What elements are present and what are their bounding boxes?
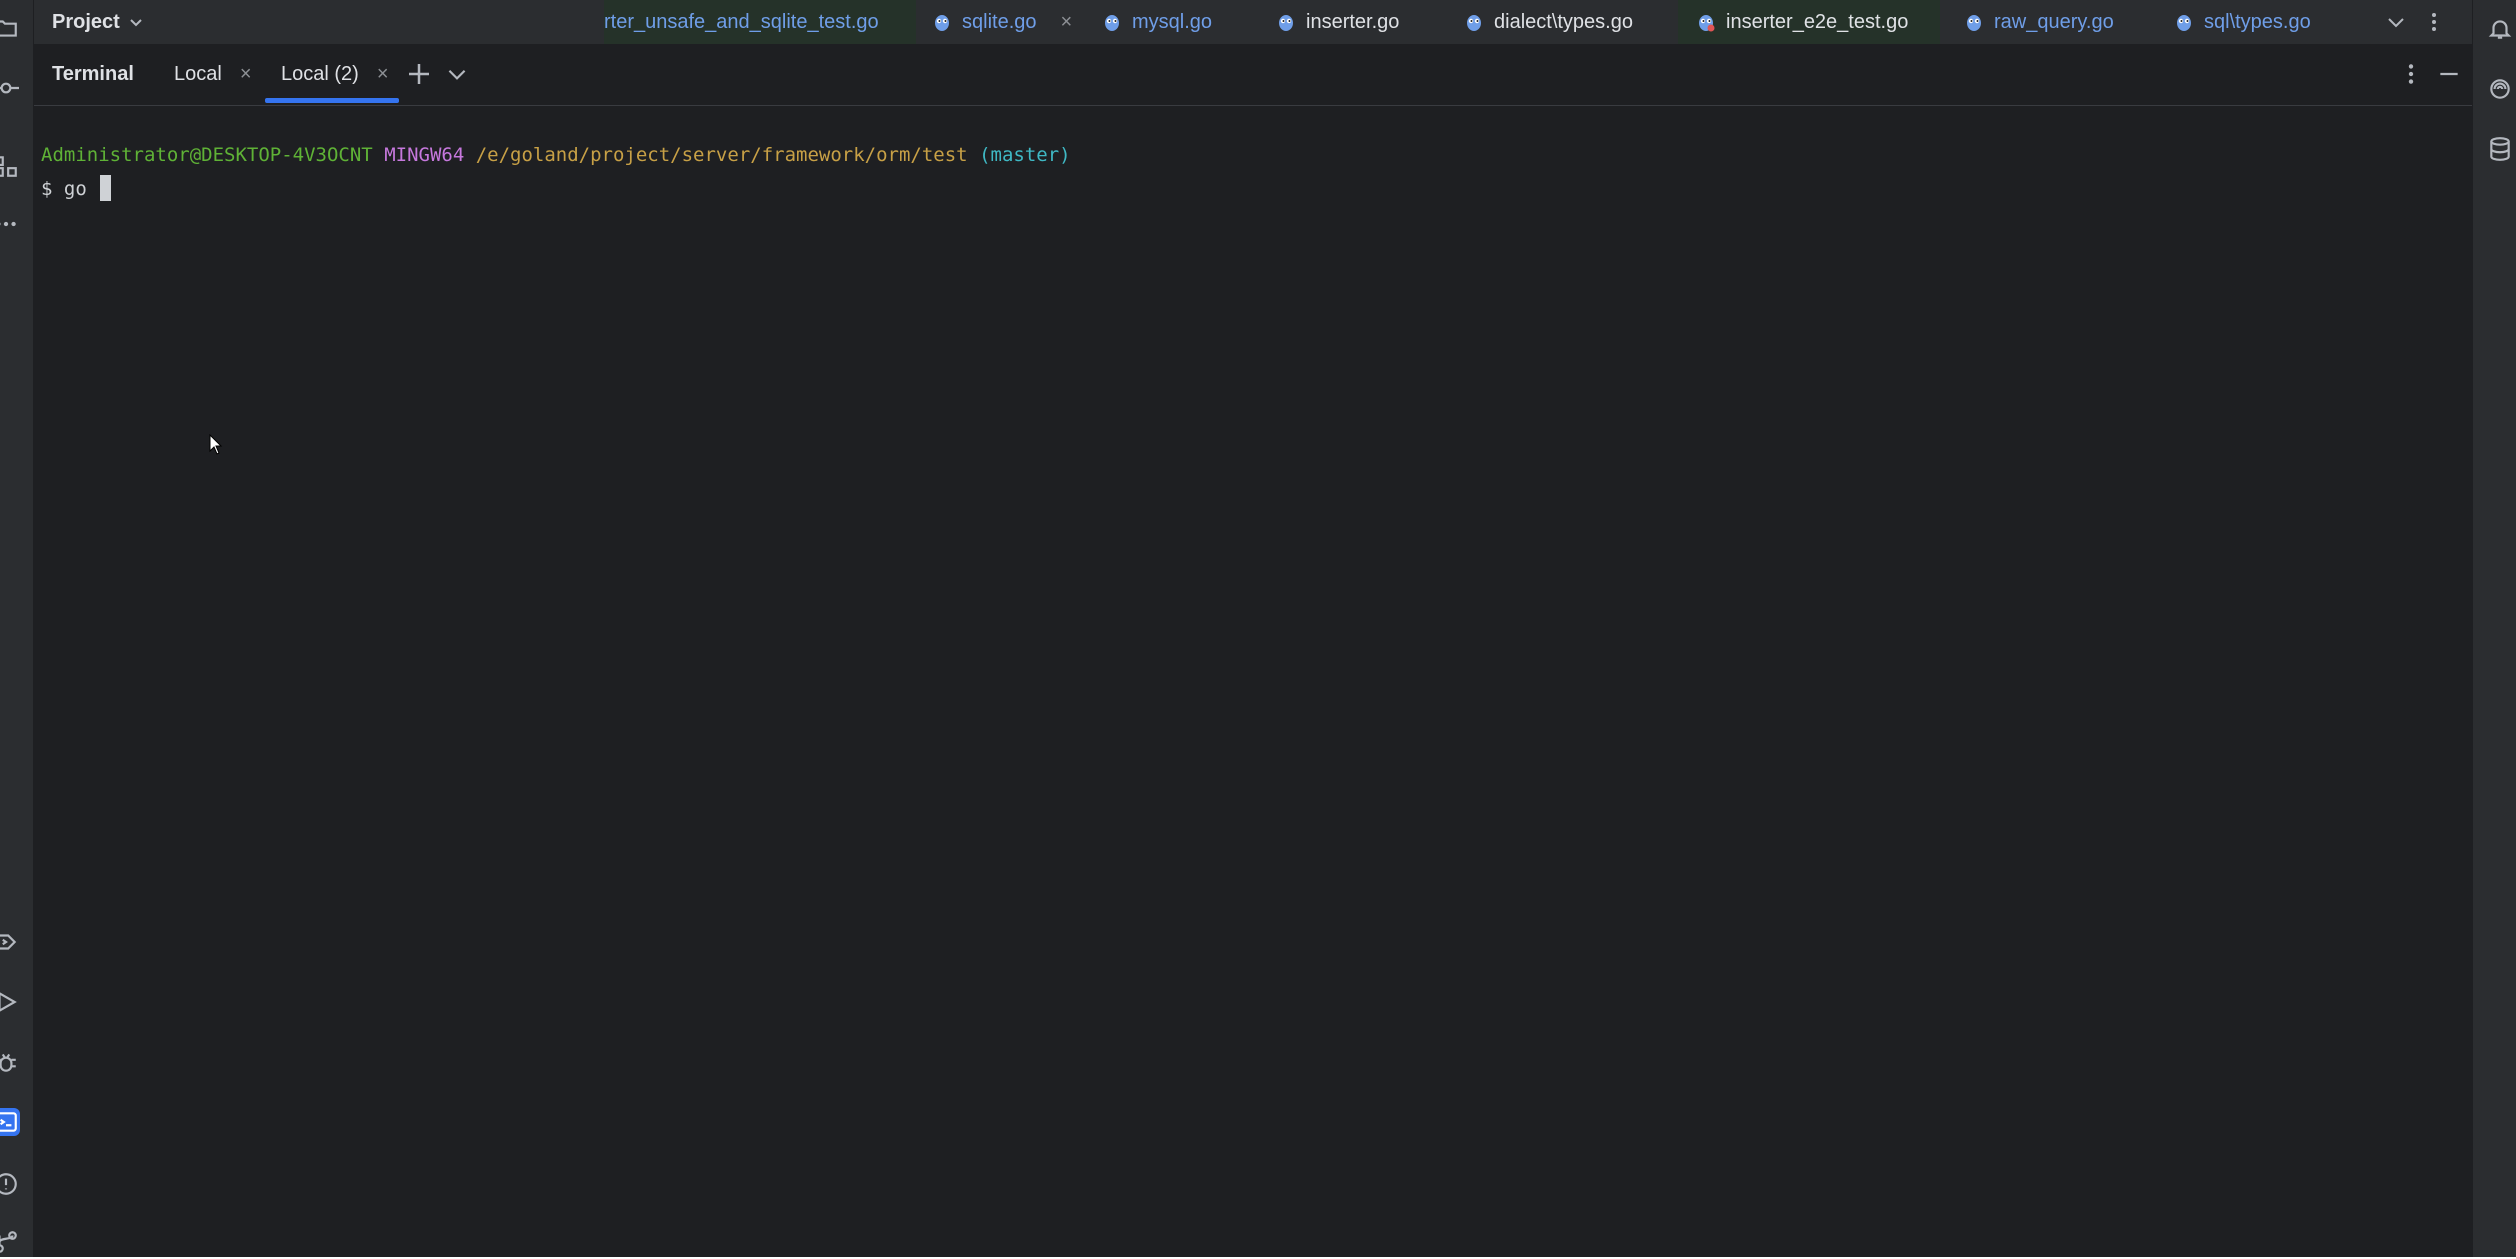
editor-tab-label: raw_query.go [1994,10,2114,33]
go-file-icon [2177,15,2191,31]
terminal-options-dropdown[interactable] [444,61,470,87]
text-cursor [100,175,112,201]
editor-tab[interactable]: sql\types.go [2174,0,2311,44]
structure-icon[interactable] [0,152,20,180]
editor-tab-label: rter_unsafe_and_sqlite_test.go [604,10,879,33]
ide-window: Project rter_unsafe_and_sqlite_test.go s… [0,0,2516,1257]
terminal-header: Terminal Local × Local (2) × [34,44,2472,106]
editor-tab-bar: Project rter_unsafe_and_sqlite_test.go s… [34,0,2472,44]
go-file-icon [1279,15,1293,31]
editor-tab-label: dialect\types.go [1494,10,1633,33]
go-file-icon [1967,15,1981,31]
chevron-down-icon [448,69,466,80]
command-text: $ go [41,178,99,200]
ai-assistant-icon[interactable] [2485,74,2515,104]
terminal-tab-local[interactable]: Local × [174,44,252,104]
prompt-branch: (master) [979,144,1071,166]
project-label: Project [52,10,120,33]
editor-tab[interactable]: rter_unsafe_and_sqlite_test.go [604,0,916,44]
editor-tab-label: sqlite.go [962,10,1037,33]
editor-tab[interactable]: inserter.go [1276,0,1399,44]
commit-icon[interactable] [0,74,20,102]
terminal-title: Terminal [52,62,134,85]
editor-tab[interactable]: raw_query.go [1964,0,2114,44]
database-icon[interactable] [2485,134,2515,164]
editor-tab-label: sql\types.go [2204,10,2311,33]
project-selector-button[interactable]: Project [52,0,144,44]
terminal-icon[interactable] [0,1108,20,1136]
close-tab-icon[interactable]: × [377,63,389,86]
close-tab-icon[interactable]: × [240,63,252,86]
minimize-icon[interactable] [2436,61,2462,87]
git-icon[interactable] [0,1228,20,1256]
close-tab-icon[interactable]: × [1061,11,1073,34]
right-tool-strip [2472,0,2516,1257]
go-file-icon [1467,15,1481,31]
terminal-tab-local-2[interactable]: Local (2) × [281,44,389,104]
editor-tab-label: inserter_e2e_test.go [1726,10,1909,33]
more-tools-icon[interactable] [0,210,20,238]
editor-tab[interactable]: dialect\types.go [1464,0,1633,44]
editor-tab-label: inserter.go [1306,10,1400,33]
prompt-system: MINGW64 [384,144,465,166]
notifications-icon[interactable] [2485,14,2515,44]
services-icon[interactable] [0,928,20,956]
command-line[interactable]: $ go [41,172,2472,206]
active-tab-indicator [265,98,399,103]
prompt-line: Administrator@DESKTOP-4V3OCNT MINGW64 /e… [41,138,2472,172]
terminal-tab-label: Local (2) [281,62,359,85]
app-window: Project rter_unsafe_and_sqlite_test.go s… [0,0,2516,1259]
go-file-icon [935,15,949,31]
go-test-file-icon [1699,15,1715,32]
terminal-tab-label: Local [174,62,222,85]
project-folder-icon[interactable] [0,14,20,42]
chevron-down-icon [130,19,142,27]
new-terminal-tab-button[interactable] [404,59,434,89]
more-vertical-icon[interactable] [2422,10,2446,34]
editor-tab[interactable]: inserter_e2e_test.go [1678,0,1940,44]
prompt-path: /e/goland/project/server/framework/orm/t… [475,144,968,166]
plus-icon [409,64,429,84]
editor-tab-active[interactable]: sqlite.go × [932,0,1072,44]
more-vertical-icon[interactable] [2398,61,2424,87]
debug-icon[interactable] [0,1048,20,1076]
prompt-user-host: Administrator@DESKTOP-4V3OCNT [41,144,373,166]
mouse-pointer-icon [209,434,223,455]
left-tool-strip [0,0,34,1257]
editor-tab[interactable]: mysql.go [1102,0,1212,44]
chevron-down-icon[interactable] [2384,10,2408,34]
editor-tab-label: mysql.go [1132,10,1213,33]
go-file-icon [1105,15,1119,31]
problems-icon[interactable] [0,1170,20,1198]
terminal-output[interactable]: Administrator@DESKTOP-4V3OCNT MINGW64 /e… [34,106,2472,1257]
run-icon[interactable] [0,988,20,1016]
